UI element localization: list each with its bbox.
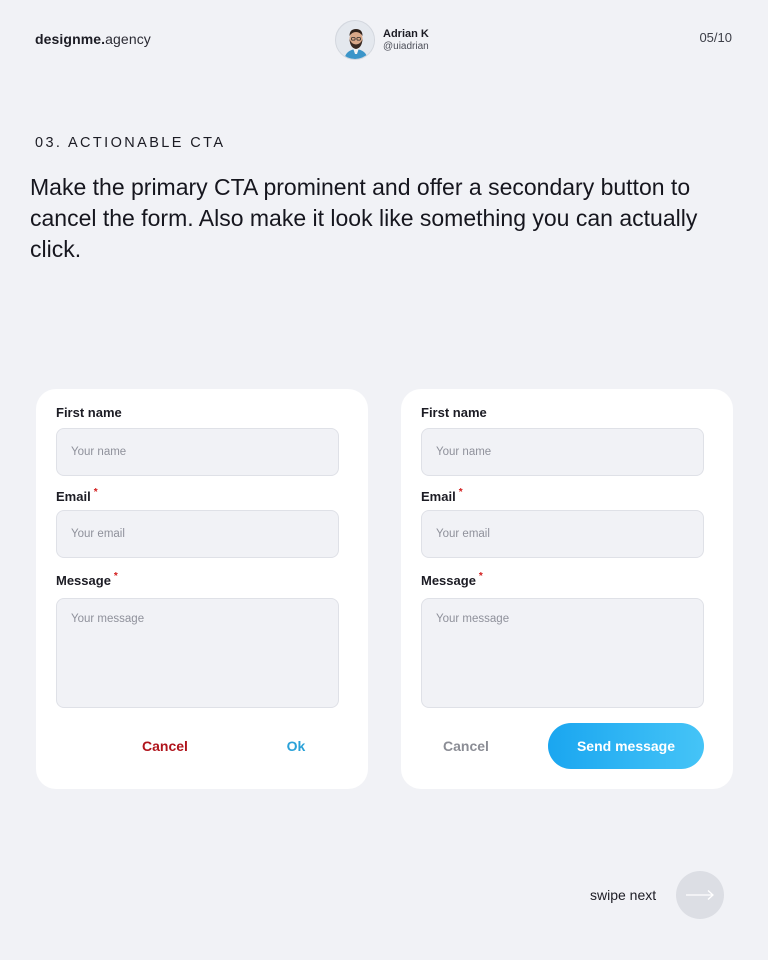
swipe-next-label: swipe next	[590, 887, 657, 903]
message-label: Message *	[56, 571, 118, 588]
author-block: Adrian K @uiadrian	[335, 20, 429, 60]
email-label-text: Email	[421, 489, 456, 504]
author-info: Adrian K @uiadrian	[383, 28, 429, 52]
email-input[interactable]	[421, 510, 704, 558]
email-input[interactable]	[56, 510, 339, 558]
first-name-label-text: First name	[56, 405, 122, 420]
swipe-next-button[interactable]	[676, 871, 724, 919]
send-message-button[interactable]: Send message	[548, 723, 704, 769]
brand-name: designme.	[35, 31, 106, 47]
ok-button[interactable]: Ok	[261, 723, 331, 769]
arrow-right-icon	[686, 890, 714, 900]
message-label: Message *	[421, 571, 483, 588]
email-label-text: Email	[56, 489, 91, 504]
avatar	[335, 20, 375, 60]
required-asterisk: *	[478, 571, 483, 582]
section-label: 03. ACTIONABLE CTA	[35, 135, 226, 151]
message-label-text: Message	[56, 573, 111, 588]
brand-logo: designme.agency	[35, 31, 151, 47]
headline: Make the primary CTA prominent and offer…	[30, 174, 698, 262]
page-counter: 05/10	[699, 30, 732, 45]
email-label: Email *	[56, 487, 98, 504]
required-asterisk: *	[113, 571, 118, 582]
first-name-input[interactable]	[421, 428, 704, 476]
slide: designme.agency Adrian K @uiadrian 05/10…	[0, 0, 768, 960]
author-name: Adrian K	[383, 27, 429, 40]
form-card-bad-example: First name Email* Message* Cancel Ok	[36, 389, 368, 789]
first-name-input[interactable]	[56, 428, 339, 476]
form-card-good-example: First name Email* Message* Cancel Send m…	[401, 389, 733, 789]
brand-suffix: agency	[105, 31, 151, 47]
message-label-text: Message	[421, 573, 476, 588]
email-label: Email *	[421, 487, 463, 504]
required-asterisk: *	[458, 487, 463, 498]
message-textarea[interactable]	[421, 598, 704, 708]
first-name-label: First name	[56, 405, 122, 420]
cancel-button[interactable]: Cancel	[421, 723, 511, 769]
message-textarea[interactable]	[56, 598, 339, 708]
author-handle: @uiadrian	[383, 40, 429, 52]
first-name-label: First name	[421, 405, 487, 420]
cancel-button[interactable]: Cancel	[120, 723, 210, 769]
avatar-portrait-icon	[336, 21, 374, 59]
required-asterisk: *	[93, 487, 98, 498]
first-name-label-text: First name	[421, 405, 487, 420]
